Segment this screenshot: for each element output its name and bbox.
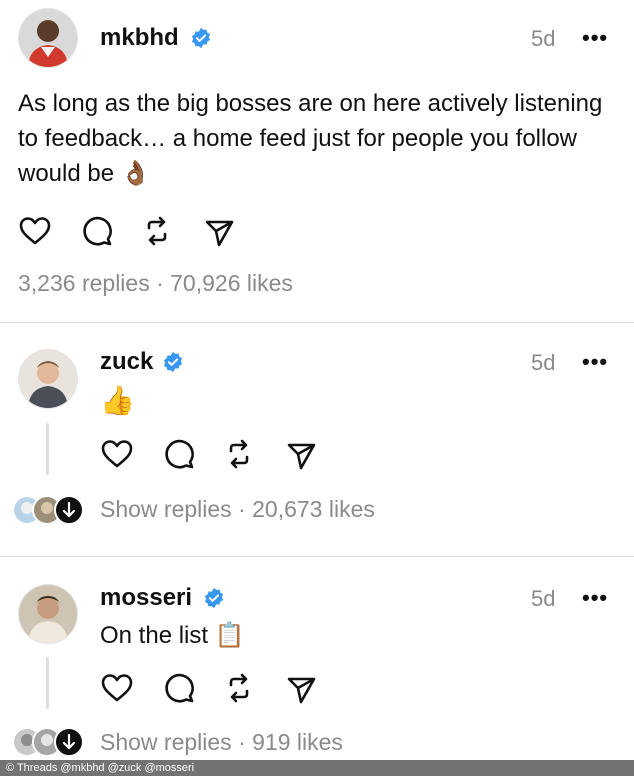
post-mkbhd: mkbhd 5d ••• As long as the big bosses a… xyxy=(0,0,634,322)
heart-icon[interactable] xyxy=(100,671,134,705)
post-stats[interactable]: 3,236 replies · 70,926 likes xyxy=(18,270,293,297)
action-bar xyxy=(100,671,320,705)
timestamp: 5d xyxy=(531,586,556,611)
more-icon[interactable]: ••• xyxy=(582,585,608,611)
thread-line xyxy=(46,423,49,475)
repost-icon[interactable] xyxy=(140,214,174,248)
verified-badge-icon xyxy=(191,27,211,49)
timestamp: 5d xyxy=(531,350,556,375)
avatar[interactable] xyxy=(18,8,78,68)
share-icon[interactable] xyxy=(284,671,318,705)
post-zuck: zuck 5d ••• 👍 Show replies · 20,673 like… xyxy=(0,323,634,556)
comment-icon[interactable] xyxy=(162,671,196,705)
more-icon[interactable]: ••• xyxy=(582,25,608,51)
verified-badge-icon xyxy=(204,587,224,609)
avatar[interactable] xyxy=(18,349,78,409)
verified-badge-icon xyxy=(163,351,183,373)
more-icon[interactable]: ••• xyxy=(582,349,608,375)
repost-icon[interactable] xyxy=(222,671,256,705)
avatar[interactable] xyxy=(18,584,78,644)
heart-icon[interactable] xyxy=(100,437,134,471)
repost-icon[interactable] xyxy=(222,437,256,471)
post-text: On the list 📋 xyxy=(100,622,245,649)
share-icon[interactable] xyxy=(284,437,318,471)
timestamp: 5d xyxy=(531,26,556,51)
username[interactable]: mosseri xyxy=(100,584,192,612)
post-text: As long as the big bosses are on here ac… xyxy=(18,90,603,187)
post-stats[interactable]: Show replies · 919 likes xyxy=(100,729,343,756)
username[interactable]: zuck xyxy=(100,348,153,376)
show-replies-arrow-icon[interactable] xyxy=(54,495,84,525)
action-bar xyxy=(18,214,238,248)
post-mosseri: mosseri 5d ••• On the list 📋 Show replie… xyxy=(0,557,634,760)
comment-icon[interactable] xyxy=(162,437,196,471)
comment-icon[interactable] xyxy=(80,214,114,248)
username[interactable]: mkbhd xyxy=(100,24,179,52)
heart-icon[interactable] xyxy=(18,214,52,248)
thread-line xyxy=(46,657,49,709)
action-bar xyxy=(100,437,320,471)
share-icon[interactable] xyxy=(202,214,236,248)
watermark: © Threads @mkbhd @zuck @mosseri xyxy=(0,760,634,776)
post-text: 👍 xyxy=(100,385,135,416)
show-replies-arrow-icon[interactable] xyxy=(54,727,84,757)
post-stats[interactable]: Show replies · 20,673 likes xyxy=(100,496,375,523)
